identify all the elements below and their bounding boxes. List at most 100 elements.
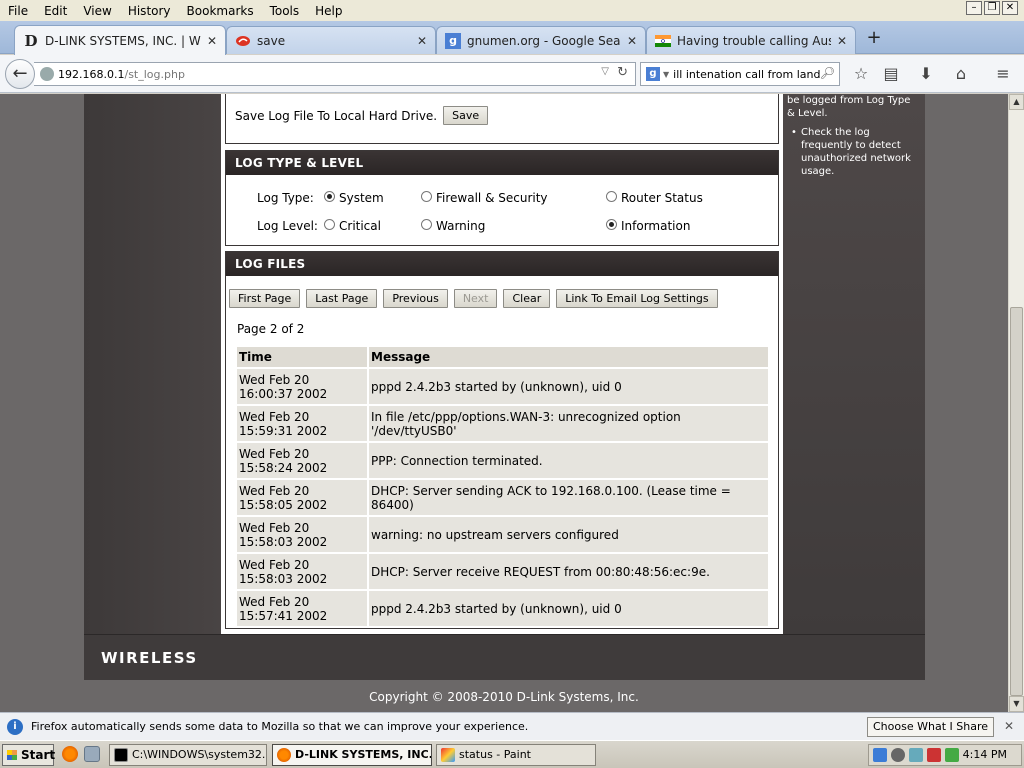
google-search-icon: g: [646, 67, 660, 81]
bookmark-star-icon[interactable]: ☆: [850, 64, 872, 86]
network-icon[interactable]: [873, 748, 887, 762]
close-tab-icon[interactable]: ✕: [207, 34, 217, 48]
close-tab-icon[interactable]: ✕: [837, 34, 847, 48]
log-time: Wed Feb 20 15:58:03 2002: [237, 554, 367, 589]
table-row: Wed Feb 20 15:58:05 2002 DHCP: Server sen…: [237, 480, 768, 515]
restore-icon[interactable]: ❐: [984, 1, 1000, 15]
reading-list-icon[interactable]: ▤: [880, 64, 902, 86]
radio-control[interactable]: [606, 218, 617, 230]
menu-view[interactable]: View: [75, 4, 119, 18]
url-dropdown-icon[interactable]: ▽: [601, 66, 609, 77]
minimize-icon[interactable]: –: [966, 1, 982, 15]
save-site-icon: [235, 33, 251, 49]
menu-bookmarks[interactable]: Bookmarks: [179, 4, 262, 18]
close-tab-icon[interactable]: ✕: [627, 34, 637, 48]
update-icon[interactable]: [909, 748, 923, 762]
radio-firewall-security[interactable]: Firewall & Security: [421, 190, 548, 205]
tab-google-search[interactable]: g gnumen.org - Google Search ✕: [436, 26, 646, 54]
table-row: Wed Feb 20 15:58:24 2002 PPP: Connection …: [237, 443, 768, 478]
previous-button[interactable]: Previous: [383, 289, 448, 308]
column-time: Time: [237, 347, 367, 367]
info-icon: i: [7, 718, 23, 735]
tab-dlink[interactable]: D D-LINK SYSTEMS, INC. | WIR... ✕: [14, 25, 226, 55]
copyright-text: Copyright © 2008-2010 D-Link Systems, In…: [369, 690, 639, 704]
close-icon[interactable]: ✕: [1002, 1, 1018, 15]
webcam-icon[interactable]: [891, 748, 905, 762]
taskbar: Start C:\WINDOWS\system32... D-LINK SYST…: [0, 740, 1024, 768]
next-button[interactable]: Next: [453, 289, 498, 308]
left-nav-column: [84, 94, 221, 634]
page-viewport: Save Log File To Local Hard Drive. Save …: [0, 94, 1008, 712]
radio-critical[interactable]: Critical: [324, 218, 381, 233]
firefox-icon: [277, 748, 291, 762]
save-button[interactable]: Save: [443, 106, 489, 125]
desktop-quicklaunch-icon[interactable]: [84, 746, 100, 762]
search-bar[interactable]: g ▼ 🔎︎: [640, 62, 840, 86]
radio-control[interactable]: [324, 190, 335, 202]
home-icon[interactable]: ⌂: [950, 64, 972, 86]
back-arrow-icon: ←: [12, 63, 28, 84]
notification-bar: i Firefox automatically sends some data …: [0, 712, 1024, 740]
reload-icon[interactable]: ↻: [617, 65, 628, 80]
last-page-button[interactable]: Last Page: [306, 289, 378, 308]
menu-file[interactable]: File: [0, 4, 36, 18]
connection-icon[interactable]: [945, 748, 959, 762]
new-tab-icon[interactable]: +: [864, 29, 884, 49]
menu-bar: File Edit View History Bookmarks Tools H…: [0, 0, 1024, 21]
first-page-button[interactable]: First Page: [229, 289, 301, 308]
task-cmd[interactable]: C:\WINDOWS\system32...: [109, 744, 267, 766]
close-notification-icon[interactable]: ✕: [1004, 719, 1014, 733]
hint-check-log: Check the log frequently to detect unaut…: [787, 126, 919, 178]
clear-button[interactable]: Clear: [503, 289, 551, 308]
menu-hamburger-icon[interactable]: ≡: [992, 64, 1014, 86]
scroll-up-icon[interactable]: ▲: [1009, 94, 1024, 110]
email-log-settings-button[interactable]: Link To Email Log Settings: [556, 289, 718, 308]
tab-save[interactable]: save ✕: [226, 26, 436, 54]
globe-icon: [40, 67, 54, 81]
search-engine-dropdown-icon[interactable]: ▼: [663, 70, 669, 79]
radio-control[interactable]: [324, 218, 335, 230]
security-shield-icon[interactable]: [927, 748, 941, 762]
radio-control[interactable]: [421, 190, 432, 202]
log-type-header: LOG TYPE & LEVEL: [226, 151, 778, 175]
log-table: Time Message Wed Feb 20 16:00:37 2002 ppp…: [235, 345, 770, 628]
menu-tools[interactable]: Tools: [262, 4, 308, 18]
radio-control[interactable]: [421, 218, 432, 230]
scroll-thumb[interactable]: [1010, 307, 1023, 696]
radio-router-status[interactable]: Router Status: [606, 190, 703, 205]
url-bar[interactable]: 192.168.0.1/st_log.php ▽ ↻: [34, 62, 636, 86]
menu-help[interactable]: Help: [307, 4, 350, 18]
radio-system[interactable]: System: [324, 190, 384, 205]
radio-information[interactable]: Information: [606, 218, 690, 233]
menu-edit[interactable]: Edit: [36, 4, 75, 18]
firefox-quicklaunch-icon[interactable]: [62, 746, 78, 762]
log-message: DHCP: Server sending ACK to 192.168.0.10…: [369, 480, 768, 515]
radio-control[interactable]: [606, 190, 617, 202]
wireless-logo: WIRELESS: [101, 649, 198, 667]
page-scrollbar[interactable]: ▲ ▼: [1008, 94, 1024, 712]
radio-warning[interactable]: Warning: [421, 218, 485, 233]
close-tab-icon[interactable]: ✕: [417, 34, 427, 48]
url-host: 192.168.0.1: [58, 67, 125, 81]
log-time: Wed Feb 20 15:58:24 2002: [237, 443, 367, 478]
tab-title: save: [257, 33, 286, 48]
log-time: Wed Feb 20 15:58:05 2002: [237, 480, 367, 515]
task-firefox[interactable]: D-LINK SYSTEMS, INC. ...: [272, 744, 432, 766]
downloads-icon[interactable]: ⬇: [915, 64, 937, 86]
log-files-header: LOG FILES: [226, 252, 778, 276]
tab-australia[interactable]: Having trouble calling Australi... ✕: [646, 26, 856, 54]
log-message: warning: no upstream servers configured: [369, 517, 768, 552]
window-controls: – ❐ ✕: [966, 1, 1018, 15]
task-paint[interactable]: status - Paint: [436, 744, 596, 766]
paint-icon: [441, 748, 455, 762]
magnifier-icon[interactable]: 🔎︎: [820, 66, 835, 80]
scroll-down-icon[interactable]: ▼: [1009, 696, 1024, 712]
back-button[interactable]: ←: [5, 59, 35, 89]
choose-what-i-share-button[interactable]: Choose What I Share: [867, 717, 994, 737]
start-button[interactable]: Start: [2, 744, 55, 766]
india-flag-icon: [655, 33, 671, 49]
log-files-section: LOG FILES First Page Last Page Previous …: [225, 251, 779, 629]
system-tray: 4:14 PM: [868, 744, 1022, 766]
menu-history[interactable]: History: [120, 4, 179, 18]
search-input[interactable]: [673, 67, 824, 81]
